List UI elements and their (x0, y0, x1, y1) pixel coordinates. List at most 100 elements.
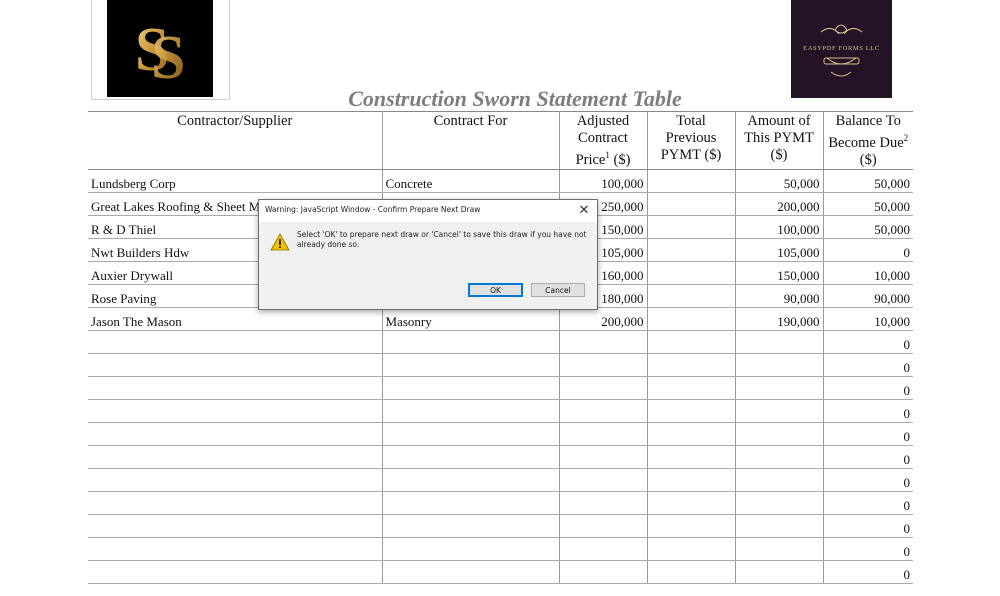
cell-adjusted-price[interactable] (558, 353, 647, 377)
cell-amount-pymt[interactable] (734, 422, 823, 446)
cell-supplier[interactable] (88, 468, 382, 492)
cell-amount-pymt[interactable]: 90,000 (734, 284, 823, 308)
cell-balance-due[interactable]: 90,000 (822, 284, 913, 308)
cell-contract-for[interactable] (381, 560, 559, 584)
cell-adjusted-price[interactable] (558, 514, 647, 538)
cell-balance-due[interactable]: 0 (822, 491, 913, 515)
cell-supplier[interactable] (88, 491, 382, 515)
cell-balance-due[interactable]: 10,000 (822, 307, 913, 331)
cell-amount-pymt[interactable] (734, 445, 823, 469)
cell-supplier[interactable] (88, 353, 382, 377)
cell-adjusted-price[interactable] (558, 376, 647, 400)
cell-contract-for[interactable] (381, 399, 559, 423)
cell-previous-pymt[interactable] (646, 491, 735, 515)
cell-balance-due[interactable]: 50,000 (822, 215, 913, 239)
cell-balance-due[interactable]: 0 (822, 537, 913, 561)
cell-supplier[interactable] (88, 422, 382, 446)
cell-contract-for[interactable]: Concrete (381, 169, 559, 193)
cell-supplier[interactable] (88, 399, 382, 423)
cell-contract-for[interactable] (381, 491, 559, 515)
cell-supplier[interactable] (88, 537, 382, 561)
cell-previous-pymt[interactable] (646, 307, 735, 331)
cell-supplier[interactable]: Jason The Mason (88, 307, 382, 331)
ok-button[interactable]: OK (468, 283, 523, 297)
cell-supplier[interactable] (88, 514, 382, 538)
cell-previous-pymt[interactable] (646, 560, 735, 584)
cell-amount-pymt[interactable]: 105,000 (734, 238, 823, 262)
cell-adjusted-price[interactable] (558, 399, 647, 423)
cell-previous-pymt[interactable] (646, 192, 735, 216)
cell-previous-pymt[interactable] (646, 261, 735, 285)
cell-supplier[interactable] (88, 376, 382, 400)
cell-previous-pymt[interactable] (646, 238, 735, 262)
cell-balance-due[interactable]: 0 (822, 399, 913, 423)
cell-previous-pymt[interactable] (646, 376, 735, 400)
table-row: 0 (88, 330, 913, 354)
dialog-titlebar[interactable]: Warning: JavaScript Window - Confirm Pre… (259, 200, 597, 222)
cell-amount-pymt[interactable] (734, 537, 823, 561)
cell-balance-due[interactable]: 0 (822, 468, 913, 492)
cell-contract-for[interactable] (381, 537, 559, 561)
cell-amount-pymt[interactable]: 100,000 (734, 215, 823, 239)
cell-amount-pymt[interactable]: 200,000 (734, 192, 823, 216)
cell-previous-pymt[interactable] (646, 284, 735, 308)
cell-balance-due[interactable]: 10,000 (822, 261, 913, 285)
cell-amount-pymt[interactable] (734, 330, 823, 354)
cell-previous-pymt[interactable] (646, 353, 735, 377)
cell-contract-for[interactable] (381, 330, 559, 354)
cell-contract-for[interactable] (381, 514, 559, 538)
cell-contract-for[interactable] (381, 422, 559, 446)
cell-supplier[interactable]: Lundsberg Corp (88, 169, 382, 193)
cell-contract-for[interactable] (381, 376, 559, 400)
cell-balance-due[interactable]: 0 (822, 353, 913, 377)
cell-adjusted-price[interactable]: 100,000 (558, 169, 647, 193)
table-row: 0 (88, 491, 913, 515)
cell-adjusted-price[interactable] (558, 330, 647, 354)
close-icon[interactable]: ✕ (575, 201, 593, 220)
cell-contract-for[interactable] (381, 353, 559, 377)
cell-balance-due[interactable]: 0 (822, 560, 913, 584)
cell-previous-pymt[interactable] (646, 445, 735, 469)
cell-amount-pymt[interactable] (734, 353, 823, 377)
cell-balance-due[interactable]: 50,000 (822, 169, 913, 193)
cell-amount-pymt[interactable] (734, 560, 823, 584)
cell-previous-pymt[interactable] (646, 169, 735, 193)
cell-supplier[interactable] (88, 445, 382, 469)
cell-previous-pymt[interactable] (646, 215, 735, 239)
cell-previous-pymt[interactable] (646, 537, 735, 561)
cell-balance-due[interactable]: 50,000 (822, 192, 913, 216)
cancel-button[interactable]: Cancel (531, 283, 585, 297)
cell-amount-pymt[interactable] (734, 399, 823, 423)
cell-adjusted-price[interactable] (558, 537, 647, 561)
cell-adjusted-price[interactable] (558, 560, 647, 584)
cell-balance-due[interactable]: 0 (822, 422, 913, 446)
cell-adjusted-price[interactable] (558, 422, 647, 446)
cell-contract-for[interactable] (381, 468, 559, 492)
cell-amount-pymt[interactable] (734, 468, 823, 492)
cell-adjusted-price[interactable] (558, 445, 647, 469)
cell-balance-due[interactable]: 0 (822, 445, 913, 469)
cell-previous-pymt[interactable] (646, 399, 735, 423)
cell-supplier[interactable] (88, 560, 382, 584)
cell-amount-pymt[interactable]: 50,000 (734, 169, 823, 193)
cell-adjusted-price[interactable] (558, 468, 647, 492)
cell-amount-pymt[interactable] (734, 491, 823, 515)
cell-amount-pymt[interactable]: 190,000 (734, 307, 823, 331)
cell-balance-due[interactable]: 0 (822, 330, 913, 354)
logo-left-mark: S S (107, 0, 213, 97)
cell-balance-due[interactable]: 0 (822, 514, 913, 538)
cell-contract-for[interactable] (381, 445, 559, 469)
cell-previous-pymt[interactable] (646, 514, 735, 538)
cell-balance-due[interactable]: 0 (822, 376, 913, 400)
cell-amount-pymt[interactable]: 150,000 (734, 261, 823, 285)
cell-amount-pymt[interactable] (734, 376, 823, 400)
cell-previous-pymt[interactable] (646, 330, 735, 354)
cell-adjusted-price[interactable]: 200,000 (558, 307, 647, 331)
cell-amount-pymt[interactable] (734, 514, 823, 538)
cell-adjusted-price[interactable] (558, 491, 647, 515)
cell-previous-pymt[interactable] (646, 468, 735, 492)
cell-previous-pymt[interactable] (646, 422, 735, 446)
cell-balance-due[interactable]: 0 (822, 238, 913, 262)
cell-supplier[interactable] (88, 330, 382, 354)
cell-contract-for[interactable]: Masonry (381, 307, 559, 331)
